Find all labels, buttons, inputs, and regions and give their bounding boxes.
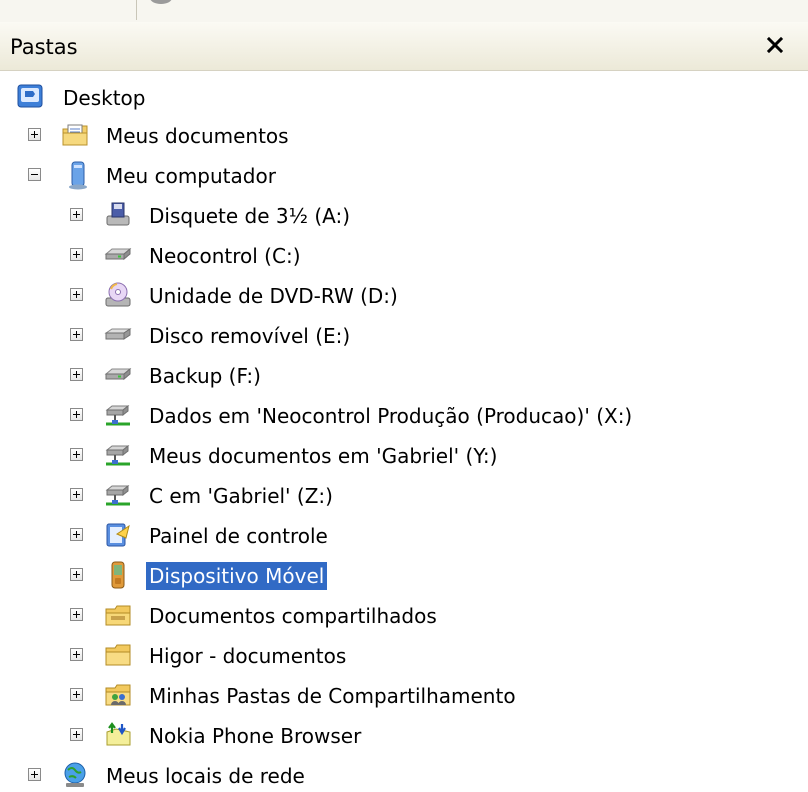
close-pane-button[interactable] xyxy=(760,30,790,60)
expand-toggle[interactable] xyxy=(28,128,41,141)
tree-item-label[interactable]: Minhas Pastas de Compartilhamento xyxy=(146,682,519,710)
tree-item-meus-documentos[interactable]: Meus documentos xyxy=(0,116,808,156)
expand-toggle[interactable] xyxy=(70,288,83,301)
expand-toggle[interactable] xyxy=(70,528,83,541)
tree-item-meu-computador[interactable]: Meu computador xyxy=(0,156,808,196)
tree-item-drive-z[interactable]: C em 'Gabriel' (Z:) xyxy=(0,476,808,516)
expand-toggle[interactable] xyxy=(70,488,83,501)
tree-item-drive-f[interactable]: Backup (F:) xyxy=(0,356,808,396)
desktop-icon xyxy=(17,84,43,108)
tree-item-label[interactable]: Disquete de 3½ (A:) xyxy=(146,202,353,230)
tree-item-label[interactable]: Desktop xyxy=(60,84,148,112)
expand-toggle[interactable] xyxy=(70,728,83,741)
expand-toggle[interactable] xyxy=(70,408,83,421)
folders-pane-header: Pastas xyxy=(0,22,808,71)
tree-item-dispositivo-movel[interactable]: Dispositivo Móvel xyxy=(0,556,808,596)
tree-item-minhas-pastas[interactable]: Minhas Pastas de Compartilhamento xyxy=(0,676,808,716)
expand-toggle[interactable] xyxy=(70,688,83,701)
tree-item-label[interactable]: C em 'Gabriel' (Z:) xyxy=(146,482,336,510)
tree-item-drive-x[interactable]: Dados em 'Neocontrol Produção (Producao)… xyxy=(0,396,808,436)
toolbar-divider xyxy=(136,0,137,20)
tree-item-label[interactable]: Disco removível (E:) xyxy=(146,322,353,350)
tree-item-painel-de-controle[interactable]: Painel de controle xyxy=(0,516,808,556)
tree-item-drive-y[interactable]: Meus documentos em 'Gabriel' (Y:) xyxy=(0,436,808,476)
hard-drive-icon xyxy=(104,367,132,381)
expand-toggle[interactable] xyxy=(70,368,83,381)
network-drive-icon xyxy=(105,444,130,466)
tree-item-label[interactable]: Meus documentos em 'Gabriel' (Y:) xyxy=(146,442,500,470)
network-places-icon xyxy=(64,762,86,787)
expand-toggle[interactable] xyxy=(28,768,41,781)
toolbar-icon-fragment xyxy=(150,0,172,4)
dvd-drive-icon xyxy=(105,282,131,307)
tree-item-label[interactable]: Painel de controle xyxy=(146,522,331,550)
sharing-folder-icon xyxy=(105,684,131,706)
expand-toggle[interactable] xyxy=(70,608,83,621)
tree-item-label[interactable]: Meus documentos xyxy=(103,122,292,150)
tree-item-label[interactable]: Meus locais de rede xyxy=(103,762,308,790)
tree-item-label[interactable]: Dados em 'Neocontrol Produção (Producao)… xyxy=(146,402,635,430)
tree-item-higor-documentos[interactable]: Higor - documentos xyxy=(0,636,808,676)
tree-item-label[interactable]: Documentos compartilhados xyxy=(146,602,440,630)
phone-browser-icon xyxy=(106,722,131,746)
network-drive-icon xyxy=(105,484,130,506)
tree-item-label[interactable]: Nokia Phone Browser xyxy=(146,722,364,750)
tree-item-label[interactable]: Backup (F:) xyxy=(146,362,264,390)
tree-item-label[interactable]: Meu computador xyxy=(103,162,279,190)
tree-item-drive-a[interactable]: Disquete de 3½ (A:) xyxy=(0,196,808,236)
documents-folder-icon xyxy=(62,124,88,146)
network-drive-icon xyxy=(105,404,130,426)
mobile-device-icon xyxy=(111,561,125,589)
expand-toggle[interactable] xyxy=(70,328,83,341)
folder-icon xyxy=(105,644,131,666)
expand-toggle[interactable] xyxy=(70,448,83,461)
control-panel-icon xyxy=(106,523,130,547)
shared-folder-icon xyxy=(105,605,131,626)
expand-toggle[interactable] xyxy=(70,568,83,581)
toolbar-fragment xyxy=(0,0,808,23)
computer-icon xyxy=(69,161,87,190)
floppy-drive-icon xyxy=(106,202,130,226)
expand-toggle[interactable] xyxy=(70,208,83,221)
pane-title: Pastas xyxy=(10,35,78,59)
tree-item-documentos-compartilhados[interactable]: Documentos compartilhados xyxy=(0,596,808,636)
tree-item-meus-locais-de-rede[interactable]: Meus locais de rede xyxy=(0,756,808,792)
tree-item-nokia-phone-browser[interactable]: Nokia Phone Browser xyxy=(0,716,808,756)
close-icon[interactable] xyxy=(766,36,784,54)
removable-disk-icon xyxy=(104,328,132,340)
tree-item-drive-c[interactable]: Neocontrol (C:) xyxy=(0,236,808,276)
hard-drive-icon xyxy=(104,247,132,261)
tree-item-drive-d[interactable]: Unidade de DVD-RW (D:) xyxy=(0,276,808,316)
expand-toggle[interactable] xyxy=(70,248,83,261)
expand-toggle[interactable] xyxy=(70,648,83,661)
tree-item-drive-e[interactable]: Disco removível (E:) xyxy=(0,316,808,356)
tree-item-label[interactable]: Unidade de DVD-RW (D:) xyxy=(146,282,401,310)
tree-item-label[interactable]: Higor - documentos xyxy=(146,642,349,670)
tree-item-desktop[interactable]: Desktop xyxy=(0,78,808,118)
tree-item-label[interactable]: Neocontrol (C:) xyxy=(146,242,304,270)
collapse-toggle[interactable] xyxy=(28,168,41,181)
tree-item-label[interactable]: Dispositivo Móvel xyxy=(146,562,328,590)
